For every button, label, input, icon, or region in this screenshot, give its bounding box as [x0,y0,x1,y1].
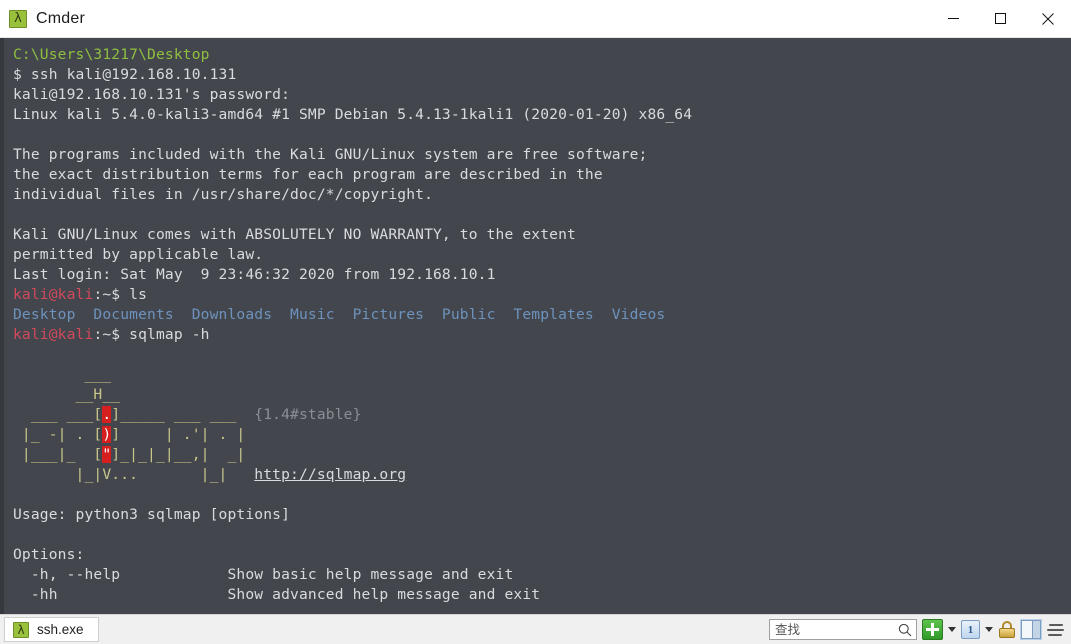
terminal-line: $ ssh kali@192.168.10.131 [13,65,1071,85]
terminal-text: C:\Users\31217\Desktop [13,46,210,63]
window-title: Cmder [36,9,86,27]
info-icon: 1 [961,620,980,639]
search-input[interactable] [775,622,898,637]
terminal-text: individual files in /usr/share/doc/*/cop… [13,186,434,203]
terminal-text: kali@kali [13,286,94,303]
terminal-text: -h, --help Show basic help message and e… [13,566,514,583]
terminal-text: Kali GNU/Linux comes with ABSOLUTELY NO … [13,226,576,243]
terminal-line: the exact distribution terms for each pr… [13,165,1071,185]
terminal-line: individual files in /usr/share/doc/*/cop… [13,185,1071,205]
terminal-text: :~$ ls [93,286,148,303]
terminal-text: ) [102,426,112,443]
close-icon [1041,12,1054,25]
caret-down-icon [985,627,993,632]
terminal-text: " [102,446,112,463]
tab-ssh-exe[interactable]: λ ssh.exe [4,617,99,642]
new-console-dropdown[interactable] [948,627,956,632]
terminal-line: __H__ [13,385,1071,405]
terminal-line: Options: [13,545,1071,565]
padlock-icon [998,620,1016,639]
terminal-line: C:\Users\31217\Desktop [13,45,1071,65]
lambda-icon: λ [13,621,29,638]
active-console-dropdown[interactable] [985,627,993,632]
terminal-text: http://sqlmap.org [254,466,407,483]
search-box[interactable] [769,619,917,640]
maximize-icon [995,13,1006,24]
cmder-window: λ Cmder C:\Users\31217\Desktop $ ssh kal… [0,0,1071,644]
title-bar: λ Cmder [0,0,1071,38]
terminal-line: The programs included with the Kali GNU/… [13,145,1071,165]
terminal-text: Desktop Documents Downloads Music Pictur… [13,306,666,323]
tab-strip: λ ssh.exe [4,615,99,644]
terminal-line: -hh Show advanced help message and exit [13,585,1071,605]
terminal-line: |___|_ ["]_|_|_|__,| _| [13,445,1071,465]
terminal-line: ___ [13,365,1071,385]
terminal-text: $ ssh kali@192.168.10.131 [13,66,237,83]
terminal-text: -hh Show advanced help message and exit [13,586,541,603]
terminal-area: C:\Users\31217\Desktop $ ssh kali@192.168… [0,38,1071,614]
window-controls [930,0,1071,37]
terminal-text: __H__ [13,386,121,403]
terminal-line: Linux kali 5.4.0-kali3-amd64 #1 SMP Debi… [13,105,1071,125]
terminal-line: Kali GNU/Linux comes with ABSOLUTELY NO … [13,225,1071,245]
terminal-line: Desktop Documents Downloads Music Pictur… [13,305,1071,325]
terminal-text: {1.4#stable} [254,406,362,423]
terminal-line: kali@kali:~$ ls [13,285,1071,305]
terminal-text: permitted by applicable law. [13,246,264,263]
terminal-text: Options: [13,546,85,563]
terminal-text: ___ ___[ [13,406,103,423]
magnifier-icon[interactable] [898,623,912,637]
terminal-line: kali@kali:~$ sqlmap -h [13,325,1071,345]
split-pane-icon [1020,619,1042,640]
terminal-text: Usage: python3 sqlmap [options] [13,506,291,523]
terminal-text: :~$ sqlmap -h [93,326,210,343]
elevated-button[interactable] [998,620,1016,639]
terminal-text: kali@192.168.10.131's password: [13,86,291,103]
terminal-line: ___ ___[.]_____ ___ ___ {1.4#stable} [13,405,1071,425]
terminal-line: permitted by applicable law. [13,245,1071,265]
active-console-button[interactable]: 1 [961,620,980,639]
status-bar: λ ssh.exe 1 [0,614,1071,644]
caret-down-icon [948,627,956,632]
terminal-line: kali@192.168.10.131's password: [13,85,1071,105]
status-bar-controls: 1 [769,619,1065,640]
tab-label: ssh.exe [37,622,84,637]
lambda-icon: λ [9,9,27,28]
split-pane-button[interactable] [1020,619,1042,640]
terminal-text: kali@kali [13,326,94,343]
minimize-icon [948,18,959,19]
terminal-text: Last login: Sat May 9 23:46:32 2020 from… [13,266,496,283]
terminal-text: . [102,406,112,423]
hamburger-icon [1046,620,1065,639]
terminal-line: -h, --help Show basic help message and e… [13,565,1071,585]
terminal-output[interactable]: C:\Users\31217\Desktop $ ssh kali@192.168… [4,38,1071,614]
terminal-line: Usage: python3 sqlmap [options] [13,505,1071,525]
maximize-button[interactable] [977,0,1024,37]
terminal-text: Linux kali 5.4.0-kali3-amd64 #1 SMP Debi… [13,106,693,123]
close-button[interactable] [1024,0,1071,37]
title-bar-left: λ Cmder [0,9,86,28]
green-plus-icon [922,619,943,640]
terminal-line: |_ -| . [)] | .'| . | [13,425,1071,445]
terminal-line: Last login: Sat May 9 23:46:32 2020 from… [13,265,1071,285]
new-console-button[interactable] [922,619,943,640]
minimize-button[interactable] [930,0,977,37]
terminal-text: ] | .'| . | [111,426,246,443]
terminal-text: the exact distribution terms for each pr… [13,166,603,183]
main-menu-button[interactable] [1046,620,1065,639]
terminal-text: The programs included with the Kali GNU/… [13,146,648,163]
terminal-text: |_ -| . [ [13,426,103,443]
terminal-text: ]_____ ___ ___ [111,406,255,423]
terminal-text: |___|_ [ [13,446,103,463]
terminal-line: |_|V... |_| http://sqlmap.org [13,465,1071,485]
terminal-text: ]_|_|_|__,| _| [111,446,246,463]
terminal-text: |_|V... |_| [13,466,255,483]
terminal-text: ___ [13,366,112,383]
